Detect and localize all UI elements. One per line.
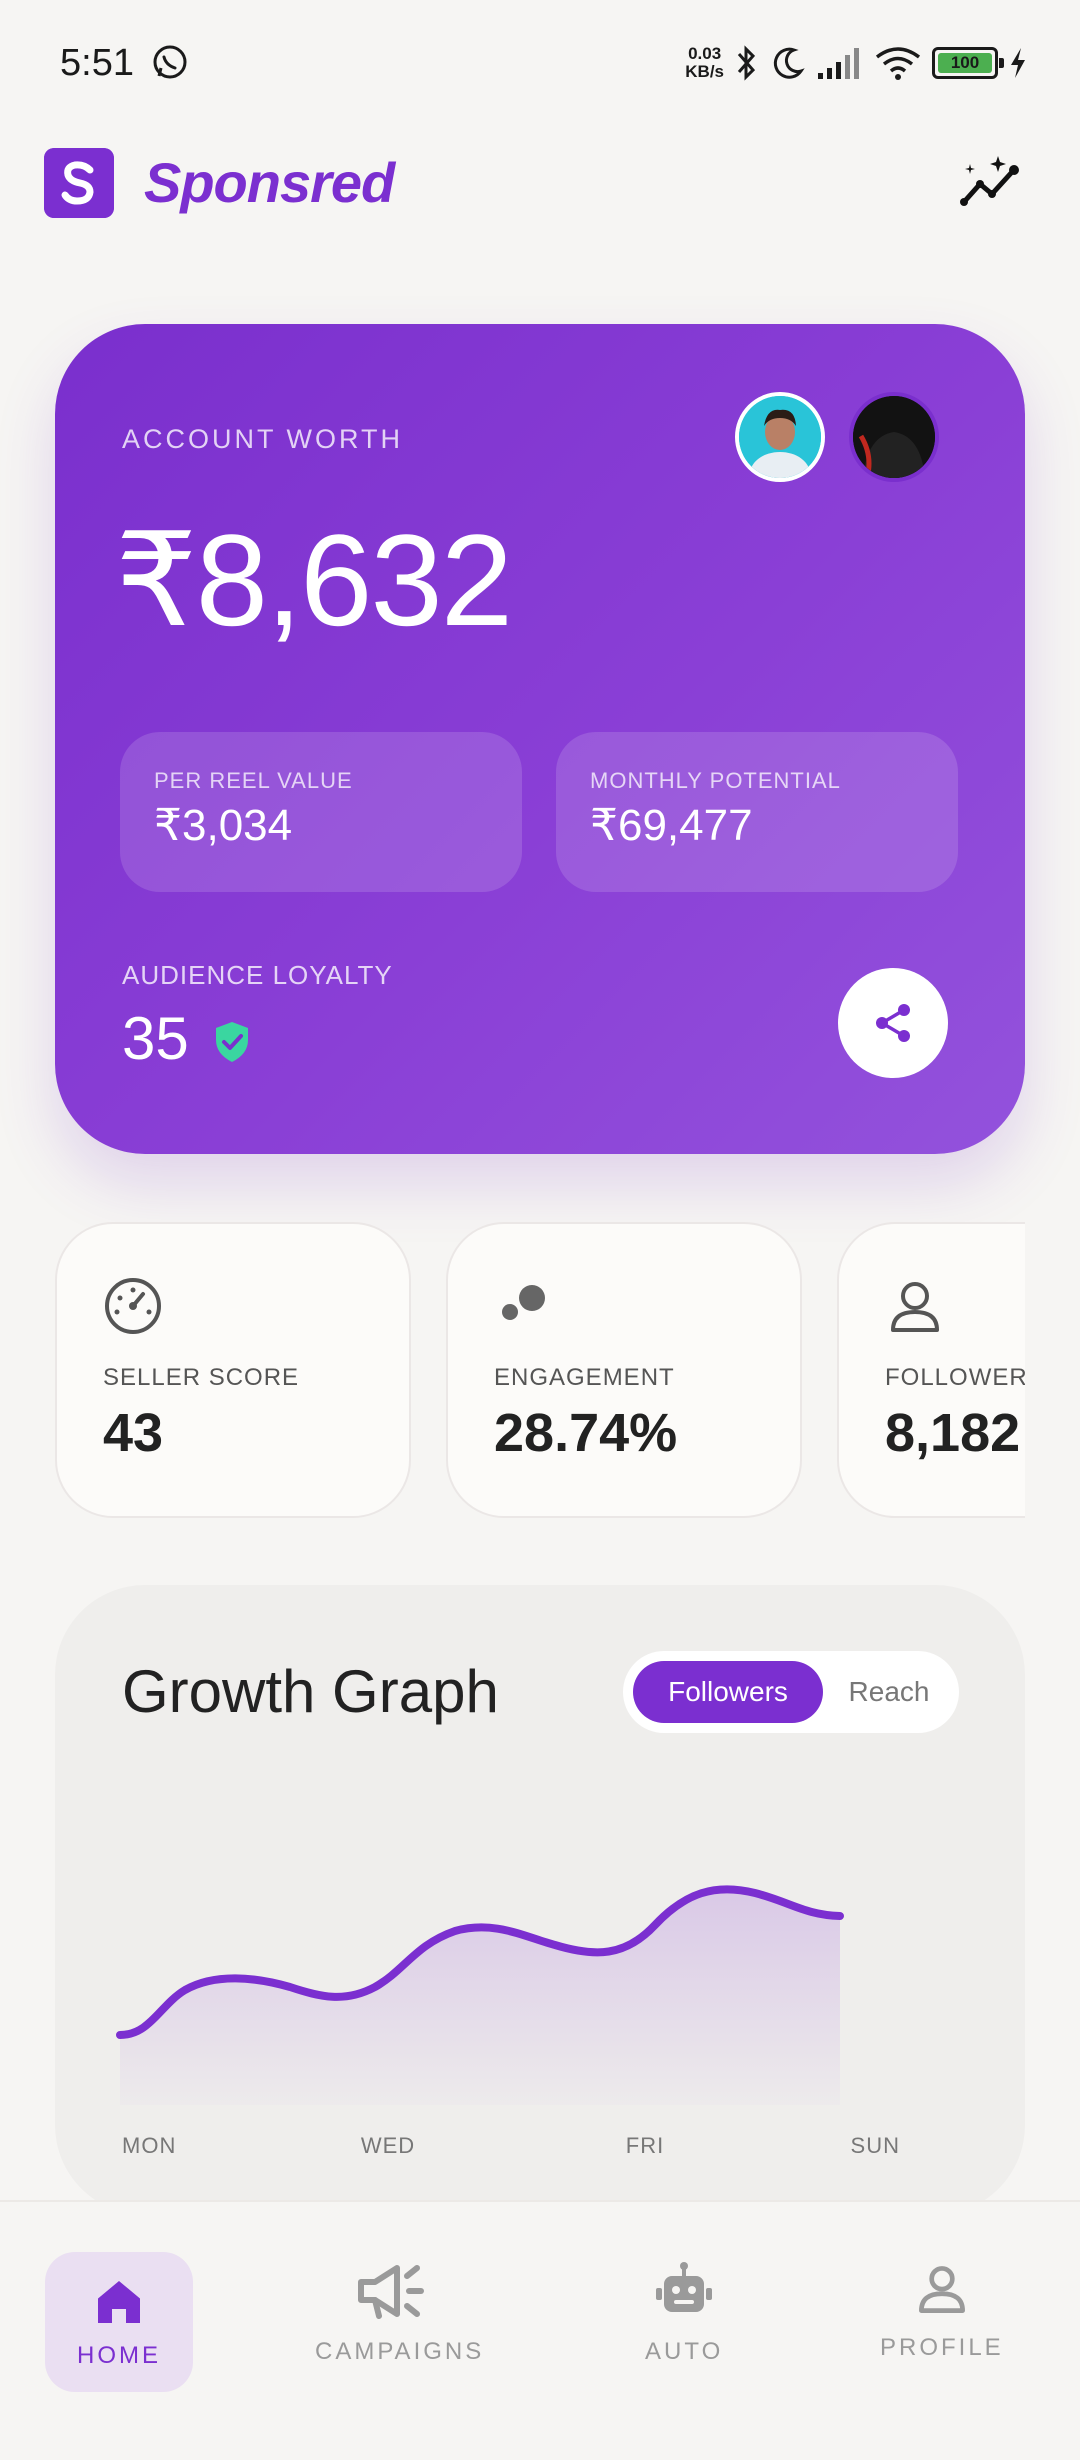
chart-area-fill [120,1889,840,2105]
net-speed-value: 0.03 [688,44,722,63]
x-tick-label: FRI [626,2133,664,2158]
x-tick-label: SUN [851,2133,900,2158]
whatsapp-icon [153,45,187,79]
bluetooth-icon [737,45,756,81]
s-logo-icon [44,148,114,218]
status-right: 0.03 KB/s 100 [685,40,1028,86]
avatar[interactable] [735,392,825,482]
bubbles-icon [502,1285,545,1320]
account-worth-card: ACCOUNT WORTH ₹8,632 PER REEL VALUE ₹3,0… [55,324,1025,1154]
moon-icon [773,47,805,79]
engagement-card[interactable]: ENGAGEMENT 28.74% [446,1222,802,1518]
metric-value: 43 [103,1403,164,1463]
account-worth-label: ACCOUNT WORTH [122,424,403,454]
signal-icon [818,48,859,79]
app-header: Sponsred [0,140,1080,240]
wifi-icon [875,47,921,80]
per-reel-label: PER REEL VALUE [154,768,353,793]
analytics-sparkle-icon[interactable] [960,152,1024,212]
followers-card[interactable]: FOLLOWERS 8,182 [837,1222,1025,1518]
nav-auto[interactable]: AUTO [645,2260,723,2366]
x-axis-ticks: MON WED FRI SUN [122,2133,900,2158]
megaphone-icon [357,2265,424,2319]
verified-shield-icon [216,1022,248,1062]
share-icon [876,1004,910,1042]
graph-metric-toggle: Followers Reach [623,1651,959,1733]
avatar-person-icon [853,396,935,478]
charging-icon [1011,48,1025,78]
monthly-potential-box: MONTHLY POTENTIAL ₹69,477 [556,732,958,892]
home-icon [98,2281,140,2323]
nav-label: HOME [77,2342,161,2369]
account-worth-value: ₹8,632 [115,507,513,653]
status-time: 5:51 [60,42,134,84]
nav-label: PROFILE [880,2334,1004,2361]
nav-campaigns[interactable]: CAMPAIGNS [315,2260,484,2366]
robot-icon [656,2262,713,2312]
battery-level: 100 [938,53,992,73]
monthly-potential-label: MONTHLY POTENTIAL [590,768,841,793]
person-icon [891,1282,939,1332]
metrics-carousel[interactable]: SELLER SCORE 43 ENGAGEMENT 28.74% FOLLOW… [55,1222,1025,1518]
metric-value: 28.74% [494,1403,678,1463]
x-tick-label: MON [122,2133,176,2158]
brand-name: Sponsred [144,151,395,214]
audience-loyalty-label: AUDIENCE LOYALTY [122,960,393,990]
status-bar: 5:51 0.03 KB/s 100 [0,0,1080,130]
per-reel-value: ₹3,034 [154,801,293,850]
net-speed: 0.03 KB/s [685,45,724,81]
nav-label: CAMPAIGNS [315,2338,485,2365]
growth-graph-title: Growth Graph [122,1658,499,1725]
nav-label: AUTO [645,2338,724,2365]
connected-accounts [735,392,939,482]
metric-label: SELLER SCORE [103,1364,300,1391]
net-speed-unit: KB/s [685,62,724,81]
profile-icon [918,2266,965,2313]
seller-score-card[interactable]: SELLER SCORE 43 [55,1222,411,1518]
battery-indicator: 100 [932,47,1004,79]
nav-home[interactable]: HOME [45,2252,193,2392]
avatar[interactable] [849,392,939,482]
monthly-potential-value: ₹69,477 [590,801,753,850]
metric-label: FOLLOWERS [885,1364,1025,1391]
metric-value: 8,182 [885,1403,1021,1463]
x-tick-label: WED [361,2133,415,2158]
toggle-reach[interactable]: Reach [829,1661,949,1723]
growth-graph-card: Growth Graph Followers Reach MON WED FRI SU… [55,1585,1025,2215]
speedometer-icon [105,1278,161,1334]
avatar-person-icon [739,396,821,478]
per-reel-value-box: PER REEL VALUE ₹3,034 [120,732,522,892]
toggle-followers[interactable]: Followers [633,1661,823,1723]
growth-chart: MON WED FRI SUN [116,1885,900,2158]
nav-profile[interactable]: PROFILE [880,2260,1004,2362]
share-button[interactable] [838,968,948,1078]
bottom-navigation: HOME CAMPAIGNS AUTO PROFILE [0,2200,1080,2460]
audience-loyalty-value: 35 [122,1005,189,1072]
metric-label: ENGAGEMENT [494,1364,675,1391]
